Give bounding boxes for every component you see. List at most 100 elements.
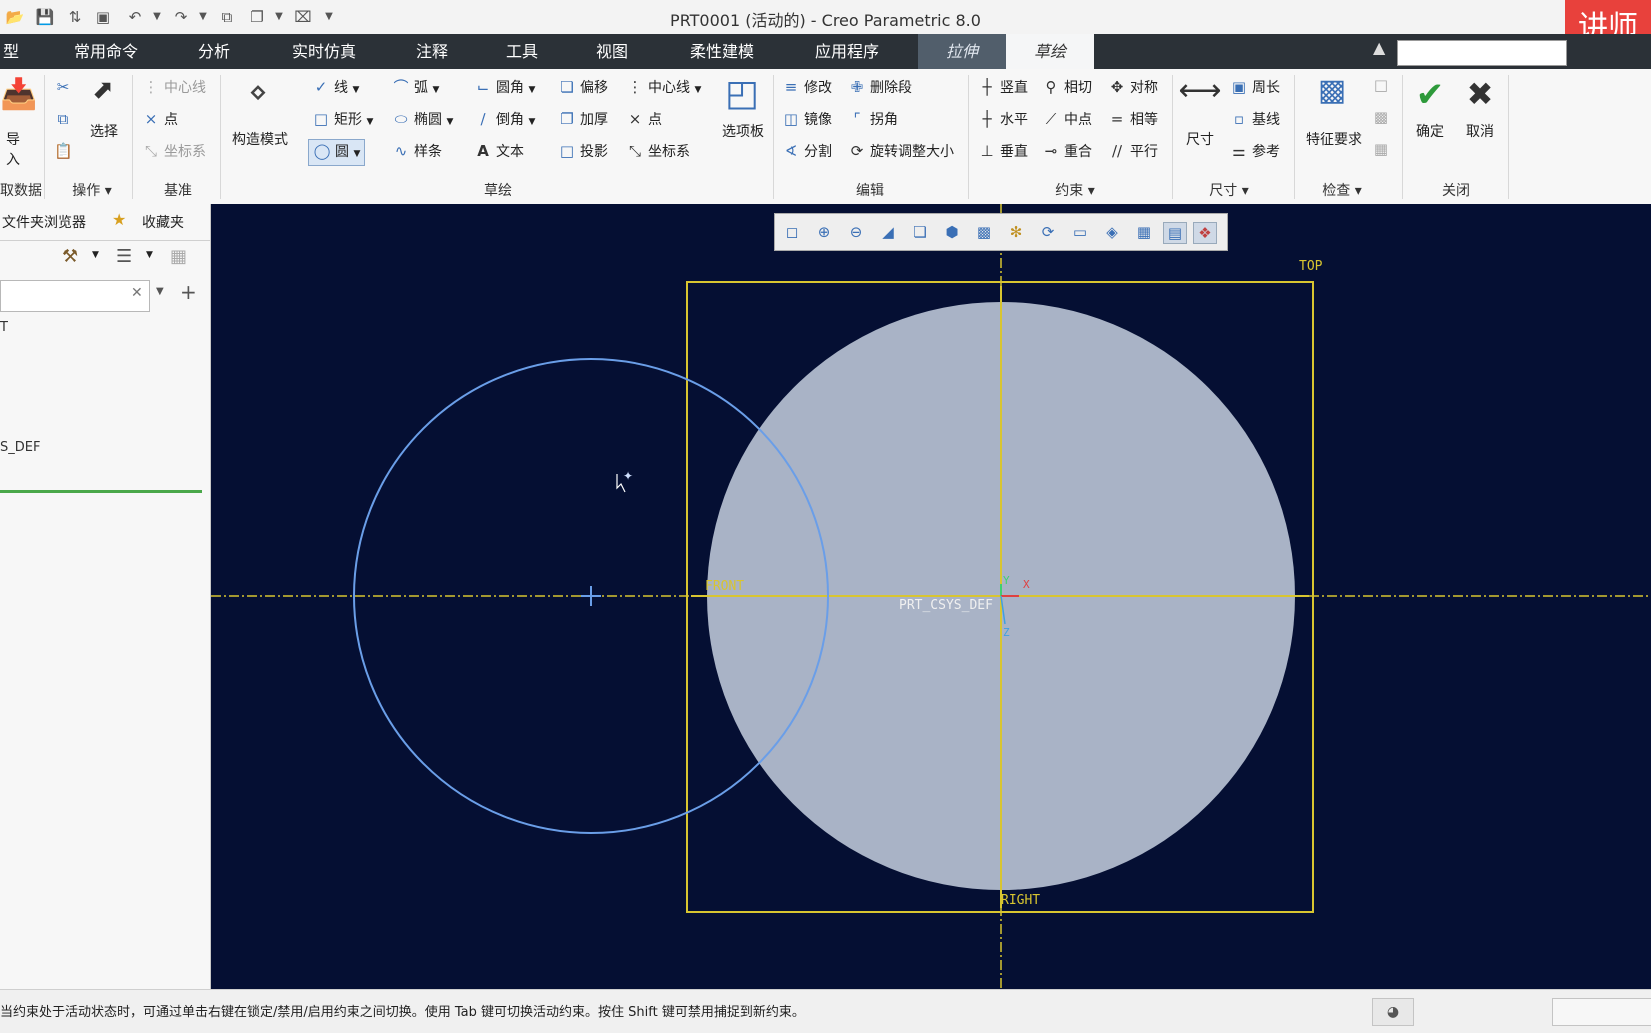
palette-button-label[interactable]: 选项板 — [716, 121, 770, 141]
group-dimension[interactable]: 尺寸 ▾ — [1194, 180, 1264, 200]
tab-folder-browser[interactable]: 文件夹浏览器 — [2, 212, 86, 232]
sketch-rectangle-button[interactable]: □ 矩形 ▼ — [312, 109, 373, 132]
sketch-line-button[interactable]: ✓ 线 ▼ — [312, 77, 360, 100]
cut-icon[interactable]: ✂ — [54, 77, 76, 98]
sketch-point-button[interactable]: × 点 — [626, 109, 662, 130]
filter-binoculars-icon[interactable]: ◕ — [1372, 998, 1414, 1026]
cancel-x-icon[interactable]: ✖ — [1458, 75, 1502, 113]
constraint-coincident-button[interactable]: ⊸ 重合 — [1042, 141, 1092, 162]
search-dropdown-icon[interactable]: ▼ — [156, 286, 164, 297]
sketch-project-button[interactable]: □ 投影 — [558, 141, 608, 162]
sketch-spline-button[interactable]: ∿ 样条 — [392, 141, 442, 162]
sketch-thicken-button[interactable]: ❐ 加厚 — [558, 109, 608, 130]
edit-delete-segment-button[interactable]: ✙ 删除段 — [848, 77, 912, 98]
constraint-horizontal-button[interactable]: ┼ 水平 — [978, 109, 1028, 130]
selection-filter-dropdown[interactable] — [1552, 998, 1651, 1026]
inspect-shade-icon[interactable]: ▩ — [1372, 107, 1394, 128]
sketch-chamfer-button[interactable]: ∕ 倒角 ▼ — [474, 109, 535, 132]
tree-item[interactable]: T — [0, 320, 8, 335]
datum-point-button[interactable]: × 点 — [142, 109, 178, 130]
display-style-icon[interactable]: ▩ — [973, 222, 995, 242]
tree-item[interactable]: S_DEF — [0, 440, 40, 455]
group-constrain[interactable]: 约束 ▾ — [1040, 180, 1110, 200]
dimension-baseline-button[interactable]: ▫ 基线 — [1230, 109, 1280, 130]
show-dropdown-icon[interactable]: ▼ — [146, 250, 153, 260]
perspective-icon[interactable]: ◈ — [1101, 222, 1123, 242]
tab-favorites[interactable]: 收藏夹 — [142, 212, 184, 232]
command-search-input[interactable] — [1397, 40, 1567, 66]
tab-common-commands[interactable]: 常用命令 — [58, 34, 154, 69]
graphics-canvas[interactable]: ✦ TOP FRONT RIGHT PRT_CSYS_DEF X Y Z — [211, 204, 1651, 989]
tab-applications[interactable]: 应用程序 — [794, 34, 900, 69]
settings-dropdown-icon[interactable]: ▼ — [92, 250, 99, 260]
constraint-perpendicular-button[interactable]: ⊥ 垂直 — [978, 141, 1028, 162]
datum-csys-button[interactable]: ⤡ 坐标系 — [142, 141, 206, 162]
zoom-out-icon[interactable]: ⊖ — [845, 222, 867, 242]
edit-mirror-button[interactable]: ◫ 镜像 — [782, 109, 832, 130]
refit-icon[interactable]: ◻ — [781, 222, 803, 242]
dimension-perimeter-button[interactable]: ▣ 周长 — [1230, 77, 1280, 98]
constraint-parallel-button[interactable]: ∕∕ 平行 — [1108, 141, 1158, 162]
group-operations[interactable]: 操作 ▾ — [62, 180, 122, 200]
cancel-button-label[interactable]: 取消 — [1460, 121, 1500, 141]
constraint-equal-button[interactable]: = 相等 — [1108, 109, 1158, 130]
inspect-overlap-icon[interactable]: □ — [1372, 75, 1394, 96]
datum-display-icon[interactable]: ✻ — [1005, 222, 1027, 242]
annotation-display-icon[interactable]: ▦ — [1133, 222, 1155, 242]
sketch-offset-button[interactable]: ❏ 偏移 — [558, 77, 608, 98]
saved-views-icon[interactable]: ⬢ — [941, 222, 963, 242]
tab-annotate[interactable]: 注释 — [396, 34, 468, 69]
dimension-button-label[interactable]: 尺寸 — [1180, 129, 1220, 149]
select-button-label[interactable]: 选择 — [86, 121, 122, 141]
tab-extrude[interactable]: 拉伸 — [918, 34, 1006, 69]
filter-tree-icon[interactable]: ▦ — [170, 246, 187, 267]
edit-divide-button[interactable]: ∢ 分割 — [782, 141, 832, 162]
import-button-label[interactable]: 导入 — [0, 129, 26, 169]
tab-flexible-modeling[interactable]: 柔性建模 — [670, 34, 774, 69]
tab-live-simulation[interactable]: 实时仿真 — [276, 34, 372, 69]
inspect-open-ends-icon[interactable]: ▦ — [1372, 139, 1394, 160]
repaint-icon[interactable]: ◢ — [877, 222, 899, 242]
constraint-tangent-button[interactable]: ⚲ 相切 — [1042, 77, 1093, 98]
zoom-in-icon[interactable]: ⊕ — [813, 222, 835, 242]
edit-rotate-resize-button[interactable]: ⟳ 旋转调整大小 — [848, 141, 954, 162]
import-icon[interactable]: 📥 — [0, 77, 37, 112]
tree-search-input[interactable]: ✕ — [0, 280, 150, 312]
tab-sketch[interactable]: 草绘 — [1006, 34, 1094, 69]
sketch-display-icon[interactable]: ▤ — [1163, 222, 1187, 244]
ok-button-label[interactable]: 确定 — [1410, 121, 1450, 141]
sketch-fillet-button[interactable]: ⌙ 圆角 ▼ — [474, 77, 536, 100]
tab-model[interactable]: 型 — [0, 34, 22, 69]
group-inspect[interactable]: 检查 ▾ — [1306, 180, 1378, 200]
datum-centerline-button[interactable]: ⋮ 中心线 — [142, 77, 207, 98]
construction-mode-label[interactable]: 构造模式 — [226, 129, 294, 149]
palette-icon[interactable]: ◰ — [720, 73, 764, 114]
sketch-centerline-button[interactable]: ⋮ 中心线 ▼ — [626, 77, 702, 100]
construction-mode-icon[interactable]: ⋄ — [238, 75, 278, 110]
sketch-csys-button[interactable]: ⤡ 坐标系 — [626, 141, 690, 162]
ok-checkmark-icon[interactable]: ✔ — [1408, 75, 1452, 115]
constraint-vertical-button[interactable]: ┼ 竖直 — [978, 77, 1028, 98]
view-normal-icon[interactable]: ▭ — [1069, 222, 1091, 242]
settings-tools-icon[interactable]: ⚒ — [62, 246, 78, 267]
sketch-circle-button[interactable]: ◯ 圆 ▼ — [308, 139, 366, 166]
clear-search-icon[interactable]: ✕ — [131, 285, 143, 301]
tab-tools[interactable]: 工具 — [486, 34, 558, 69]
spin-center-icon[interactable]: ⟳ — [1037, 222, 1059, 242]
tab-view[interactable]: 视图 — [576, 34, 648, 69]
orientation-icon[interactable]: ❏ — [909, 222, 931, 242]
add-icon[interactable]: + — [180, 280, 197, 304]
sketch-arc-button[interactable]: ⌒ 弧 ▼ — [392, 77, 439, 100]
edit-corner-button[interactable]: ⌜ 拐角 — [848, 109, 898, 130]
edit-modify-button[interactable]: ≡ 修改 — [782, 77, 832, 98]
copy-icon[interactable]: ⧉ — [54, 109, 76, 130]
constraint-midpoint-button[interactable]: ⟋ 中点 — [1042, 109, 1092, 130]
sketcher-settings-icon[interactable]: ❖ — [1193, 222, 1217, 244]
collapse-ribbon-icon[interactable]: ▲ — [1373, 38, 1385, 57]
sketch-text-button[interactable]: A 文本 — [474, 141, 524, 162]
feature-requirements-label[interactable]: 特征要求 — [1300, 129, 1368, 149]
dimension-reference-button[interactable]: ⚌ 参考 — [1230, 141, 1280, 162]
show-list-icon[interactable]: ☰ — [116, 246, 132, 267]
paste-icon[interactable]: 📋 — [54, 141, 76, 162]
feature-requirements-icon[interactable]: ▩ — [1312, 73, 1352, 108]
